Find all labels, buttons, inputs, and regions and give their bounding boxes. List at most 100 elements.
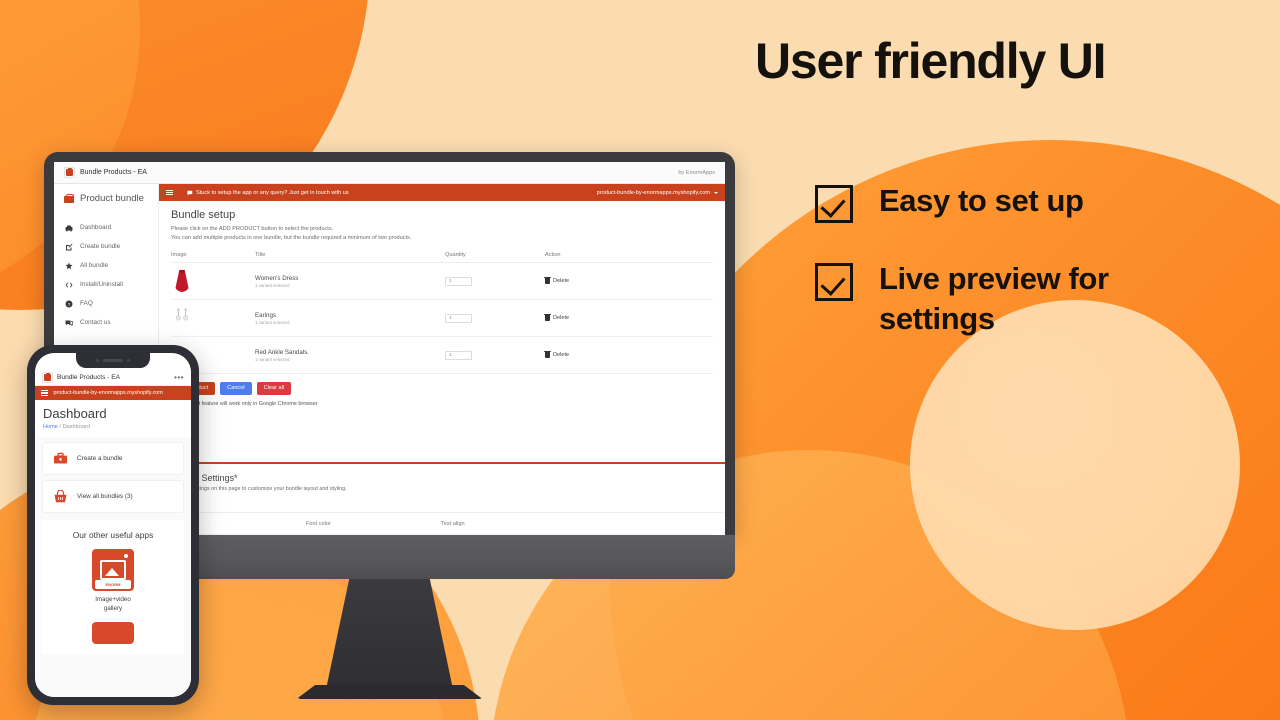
cell-quantity: 1 [445, 299, 545, 338]
sidebar-item-all-bundle[interactable]: All bundle [54, 256, 158, 275]
briefcase-icon [54, 453, 67, 464]
shop-selector[interactable]: product-bundle-by-enormapps.myshopify.co… [597, 190, 718, 196]
image-video-gallery-icon[interactable]: ENORM [92, 549, 134, 592]
hamburger-icon[interactable] [41, 390, 48, 396]
sidebar-item-label: Contact us [80, 319, 111, 326]
help-circle-icon: ? [65, 300, 73, 308]
table-row: Earings 1 variant selected 1 Delete [171, 299, 713, 338]
mobile-phone-mockup: Bundle Products - EA ••• product-bundle-… [27, 345, 199, 705]
delete-button[interactable]: Delete [544, 276, 713, 285]
product-title: Women's Dress [255, 274, 299, 282]
sidebar-item-contact-us[interactable]: Contact us [54, 313, 158, 332]
view-all-bundles-label: View all bundles (3) [77, 493, 133, 501]
help-message-label: Stuck to setup the app or any query? Jus… [196, 189, 349, 196]
create-bundle-card[interactable]: Create a bundle [42, 442, 184, 476]
bundle-setup-panel: Bundle setup Please click on the ADD PRO… [159, 201, 725, 462]
product-variant: 1 variant selected [255, 320, 290, 326]
shop-domain-label: product-bundle-by-enormapps.myshopify.co… [596, 189, 710, 196]
promo-panel: User friendly UI Easy to set up Live pre… [755, 0, 1280, 720]
promo-headline: User friendly UI [755, 33, 1107, 89]
basket-icon [64, 193, 74, 204]
dashboard-icon [65, 224, 73, 232]
app-brand-label: Bundle Products - EA [80, 169, 147, 176]
sidebar-item-label: FAQ [80, 300, 93, 307]
more-horizontal-icon[interactable]: ••• [174, 373, 184, 382]
page-description-line1: Please click on the ADD PRODUCT button t… [171, 226, 334, 232]
sidebar-heading: Product bundle [54, 193, 158, 204]
column-header-title: Title [255, 249, 445, 264]
mobile-main: Dashboard Home / Dashboard Create a bund… [35, 400, 191, 697]
gallery-frame-shape [100, 560, 126, 581]
bundle-app-logo-icon [64, 167, 75, 178]
settings-tabs: Title [159, 501, 725, 513]
bundle-products-table: Image Title Quantity Action Women's Dres… [171, 249, 713, 375]
sidebar-item-label: Create bundle [80, 243, 121, 250]
sidebar-item-dashboard[interactable]: Dashboard [54, 218, 158, 237]
cell-title: Women's Dress 1 variant selected [255, 262, 445, 301]
mobile-brand-label: Bundle Products - EA [57, 374, 121, 381]
feature-label: Easy to set up [879, 183, 1084, 218]
clear-all-button[interactable]: Clear all [256, 382, 292, 395]
feature-item: Live preview for settings [815, 259, 1256, 338]
other-app-name: Image+video gallery [50, 596, 176, 613]
app-byline: by EnormApps [678, 169, 715, 176]
cell-image [171, 262, 255, 301]
product-variant: 1 variant selected [255, 283, 290, 289]
code-icon [65, 281, 73, 289]
sidebar-item-install-uninstall[interactable]: Install/Uninstall [54, 275, 158, 294]
dress-thumbnail [175, 270, 189, 293]
feature-label: Live preview for settings [879, 261, 1109, 336]
monitor-stand-neck [326, 579, 453, 687]
quantity-input[interactable]: 1 [445, 313, 472, 323]
delete-button[interactable]: Delete [544, 313, 713, 322]
mobile-brand: Bundle Products - EA [42, 372, 120, 383]
action-buttons: Add product Cancel Clear all [171, 382, 713, 395]
bundle-app-logo-icon [42, 372, 53, 383]
breadcrumb-home[interactable]: Home [43, 424, 58, 430]
phone-screen: Bundle Products - EA ••• product-bundle-… [35, 353, 191, 697]
cell-image [171, 299, 255, 338]
table-body: Women's Dress 1 variant selected 1 Delet… [171, 262, 713, 375]
edit-square-icon [65, 243, 73, 251]
enorm-badge: ENORM [95, 580, 131, 590]
settings-table-header: Font size Font color Text align [171, 513, 713, 535]
trash-icon [544, 313, 551, 322]
page-title: Bundle setup [171, 209, 236, 221]
cell-quantity: 1 [445, 336, 545, 375]
trash-icon [544, 276, 551, 285]
view-all-bundles-card[interactable]: View all bundles (3) [42, 480, 184, 514]
delete-label: Delete [553, 352, 570, 359]
delete-button[interactable]: Delete [544, 350, 713, 359]
mobile-topbar: Bundle Products - EA ••• [35, 370, 191, 386]
sensor-icon [127, 358, 131, 363]
column-header-quantity: Quantity [445, 249, 545, 264]
sidebar-item-label: Dashboard [80, 224, 112, 231]
sidebar-item-label: All bundle [80, 262, 109, 269]
other-app-name-line2: gallery [103, 604, 123, 612]
table-row: Red Ankle Sandals. 1 variant selected 1 [171, 336, 713, 375]
quantity-input[interactable]: 1 [445, 350, 472, 360]
column-header-font-color: Font color [306, 521, 331, 527]
column-header-action: Action [545, 249, 713, 264]
sidebar-heading-label: Product bundle [80, 193, 144, 204]
product-title: Red Ankle Sandals. [255, 348, 310, 356]
feature-item: Easy to set up [815, 181, 1256, 223]
app-content: Stuck to setup the app or any query? Jus… [147, 184, 725, 535]
sidebar-item-create-bundle[interactable]: Create bundle [54, 237, 158, 256]
hamburger-icon[interactable] [166, 189, 173, 196]
column-header-image: Image [171, 249, 255, 264]
star-icon [65, 262, 73, 270]
column-header-text-align: Text align [441, 521, 465, 527]
cancel-button[interactable]: Cancel [220, 382, 252, 395]
breadcrumb-current: Dashboard [62, 424, 90, 431]
gallery-sun-shape [124, 554, 128, 559]
mobile-shop-domain: product-bundle-by-enormapps.myshopify.co… [53, 390, 163, 396]
sidebar-item-faq[interactable]: ? FAQ [54, 294, 158, 313]
cell-title: Red Ankle Sandals. 1 variant selected [255, 336, 445, 375]
help-message[interactable]: Stuck to setup the app or any query? Jus… [187, 190, 349, 196]
next-app-icon[interactable] [92, 622, 134, 645]
sidebar-item-label: Install/Uninstall [80, 281, 123, 288]
quantity-input[interactable]: 1 [445, 276, 472, 286]
speaker-icon [103, 359, 123, 362]
delete-label: Delete [553, 315, 570, 322]
